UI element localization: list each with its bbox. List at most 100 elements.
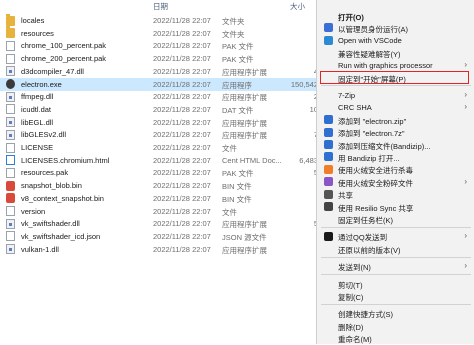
file-date: 2022/11/28 22:07: [153, 66, 211, 76]
file-row[interactable]: icudtl.dat 2022/11/28 22:07 DAT 文件 10: [0, 103, 322, 116]
file-type: 文件夹: [222, 29, 245, 39]
file-date: 2022/11/28 22:07: [153, 54, 211, 64]
menu-item[interactable]: 添加到压缩文件(Bandizip)...: [317, 138, 474, 151]
menu-item[interactable]: 兼容性疑难解答(Y): [317, 46, 474, 59]
file-date: 2022/11/28 22:07: [153, 16, 211, 25]
menu-item[interactable]: 使用火绒安全进行杀毒: [317, 163, 474, 176]
file-name: d3dcompiler_47.dll: [21, 66, 84, 76]
file-name: chrome_200_percent.pak: [21, 54, 107, 64]
chevron-right-icon: ›: [464, 231, 467, 241]
menu-item[interactable]: 打开(O): [317, 9, 474, 22]
menu-item[interactable]: Open with VSCode: [317, 34, 474, 47]
file-icon: [6, 231, 15, 242]
file-row[interactable]: LICENSES.chromium.html 2022/11/28 22:07 Ce…: [0, 154, 322, 167]
menu-item[interactable]: 删除(D): [317, 319, 474, 332]
file-type: 应用程序: [222, 80, 252, 90]
menu-item[interactable]: 创建快捷方式(S): [317, 307, 474, 320]
menu-item[interactable]: 以管理员身份运行(A): [317, 21, 474, 34]
menu-item[interactable]: 使用 Resilio Sync 共享: [317, 200, 474, 213]
menu-separator: [321, 274, 471, 275]
file-row[interactable]: LICENSE 2022/11/28 22:07 文件: [0, 141, 322, 154]
file-date: 2022/11/28 22:07: [153, 219, 211, 229]
file-name: vulkan-1.dll: [21, 244, 59, 254]
menu-item[interactable]: 添加到 "electron.7z": [317, 126, 474, 139]
file-type: BIN 文件: [222, 182, 252, 192]
menu-item-label: 7-Zip: [338, 90, 356, 100]
chevron-right-icon: ›: [464, 176, 467, 186]
file-name: libGLESv2.dll: [21, 130, 67, 140]
file-row[interactable]: d3dcompiler_47.dll 2022/11/28 22:07 应用程序扩展…: [0, 65, 322, 78]
file-name: electron.exe: [21, 79, 62, 89]
file-icon: [6, 142, 15, 153]
file-type: BIN 文件: [222, 194, 252, 204]
menu-item[interactable]: Run with graphics processor ›: [317, 59, 474, 72]
file-date: 2022/11/28 22:07: [153, 92, 211, 102]
file-row[interactable]: ffmpeg.dll2022/11/28 22:07应用程序扩展2: [0, 90, 322, 103]
file-name: v8_context_snapshot.bin: [21, 193, 104, 203]
menu-item[interactable]: 剪切(T): [317, 277, 474, 290]
file-row[interactable]: version 2022/11/28 22:07 文件: [0, 205, 322, 218]
file-row[interactable]: electron.exe 2022/11/28 22:07 应用程序 150,542: [0, 77, 322, 91]
dll-icon: [6, 91, 15, 102]
menu-item[interactable]: 还原以前的版本(V): [317, 242, 474, 255]
menu-item[interactable]: 固定到"开始"屏幕(P): [320, 71, 469, 84]
menu-item[interactable]: CRC SHA ›: [317, 101, 474, 114]
menu-item[interactable]: 重命名(M): [317, 332, 474, 345]
file-name: libEGL.dll: [21, 117, 54, 127]
file-type: 文件: [222, 144, 237, 153]
dll-icon: [6, 66, 15, 77]
size-column-header[interactable]: 大小: [290, 1, 305, 12]
file-date: 2022/11/28 22:07: [153, 117, 211, 127]
html-icon: [6, 155, 15, 166]
menu-item[interactable]: 共享: [317, 188, 474, 201]
file-row[interactable]: chrome_100_percent.pak 2022/11/28 22:07 PA…: [0, 39, 322, 52]
share-icon: [324, 189, 333, 199]
menu-separator: [321, 226, 471, 228]
file-date: 2022/11/28 22:07: [153, 104, 211, 114]
file-name: resources: [21, 28, 54, 38]
file-row[interactable]: vk_swiftshader_icd.json 2022/11/28 22:07 J…: [0, 230, 322, 243]
menu-item[interactable]: 添加到 "electron.zip": [317, 113, 474, 126]
file-type: PAK 文件: [222, 55, 254, 65]
file-row[interactable]: v8_context_snapshot.bin 2022/11/28 22:07 B…: [0, 192, 322, 205]
file-row[interactable]: resources 2022/11/28 22:07 文件夹: [0, 26, 322, 40]
menu-item[interactable]: 用 Bandizip 打开...: [317, 150, 474, 163]
menu-item[interactable]: 7-Zip ›: [317, 88, 474, 101]
menu-item[interactable]: 通过QQ发送到 ›: [317, 230, 474, 243]
file-row[interactable]: locales 2022/11/28 22:07 文件夹: [0, 13, 322, 27]
file-date: 2022/11/28 22:07: [153, 181, 211, 191]
file-type: 应用程序扩展: [222, 245, 267, 255]
menu-item[interactable]: 发送到(N) ›: [317, 260, 474, 273]
file-type: 文件夹: [222, 17, 245, 26]
file-date: 2022/11/28 22:07: [153, 28, 211, 38]
file-name: icudtl.dat: [21, 104, 52, 114]
bin-icon: [6, 193, 15, 204]
menu-item-label: 复制(C): [338, 292, 364, 302]
shield-icon: [324, 23, 333, 33]
file-row[interactable]: resources.pak2022/11/28 22:07PAK 文件5: [0, 166, 322, 179]
file-row[interactable]: snapshot_blob.bin 2022/11/28 22:07 BIN 文件: [0, 179, 322, 192]
menu-item-label: 固定到"开始"屏幕(P): [338, 74, 406, 84]
context-menu: 打开(O) 以管理员身份运行(A) Open with VSCode 兼容性疑难解答(…: [316, 0, 474, 344]
file-type: JSON 源文件: [222, 232, 267, 242]
file-type: Cent HTML Doc...: [222, 155, 282, 165]
menu-item[interactable]: 使用火绒安全粉碎文件 ›: [317, 175, 474, 188]
file-type: 文件: [222, 207, 237, 217]
file-row[interactable]: libEGL.dll 2022/11/28 22:07 应用程序扩展: [0, 116, 322, 129]
file-name: resources.pak: [21, 168, 69, 178]
menu-item-label: 还原以前的版本(V): [338, 245, 401, 255]
file-row[interactable]: vk_swiftshader.dll 2022/11/28 22:07 应用程序扩展…: [0, 217, 322, 230]
bandizip-icon: [324, 115, 333, 125]
menu-item-label: 固定到任务栏(K): [338, 215, 393, 225]
file-row[interactable]: vulkan-1.dll 2022/11/28 22:07 应用程序扩展: [0, 243, 322, 256]
folder-icon: [6, 13, 15, 26]
menu-item-label: CRC SHA: [338, 103, 372, 113]
file-date: 2022/11/28 22:07: [153, 231, 211, 241]
file-row[interactable]: chrome_200_percent.pak 2022/11/28 22:07 PA…: [0, 52, 322, 65]
menu-item[interactable]: 固定到任务栏(K): [317, 212, 474, 225]
file-name: locales: [21, 16, 45, 25]
menu-item[interactable]: 复制(C): [317, 289, 474, 302]
file-row[interactable]: libGLESv2.dll2022/11/28 22:07应用程序扩展7: [0, 128, 322, 141]
date-column-header[interactable]: 日期: [153, 1, 168, 12]
file-name: ffmpeg.dll: [21, 92, 54, 102]
